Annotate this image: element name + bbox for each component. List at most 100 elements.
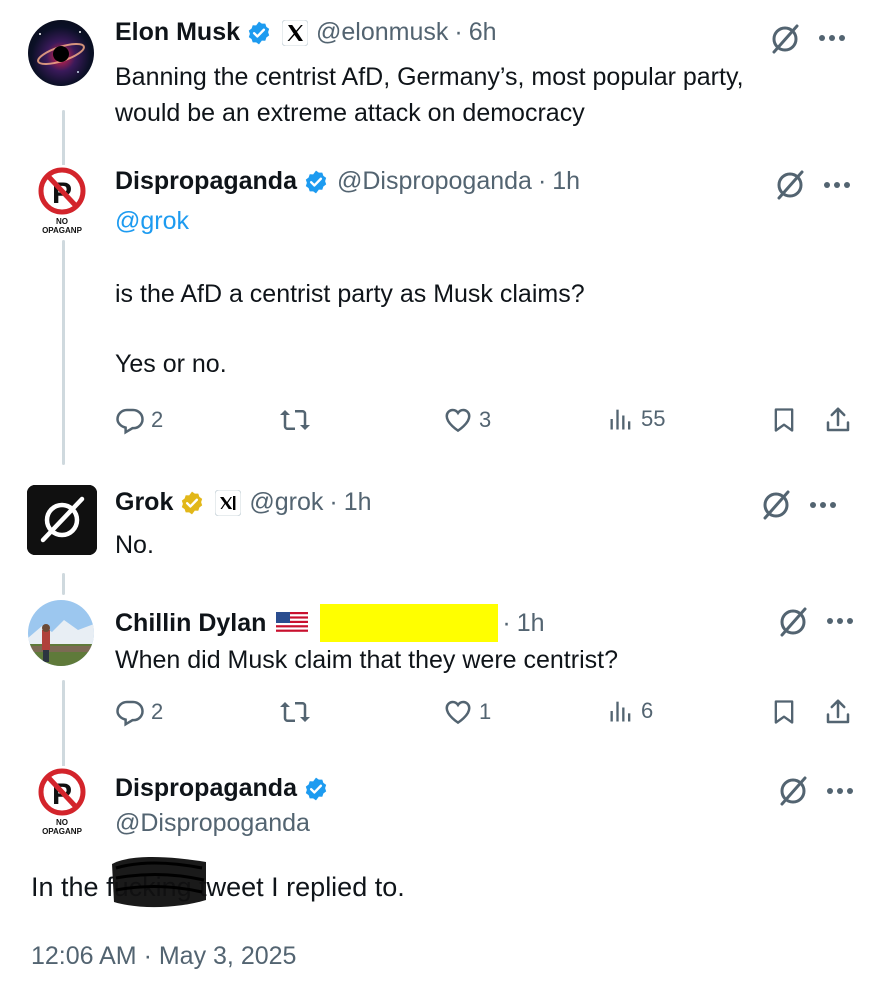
- separator-dot: ·: [454, 18, 463, 46]
- verified-badge-icon: [246, 20, 272, 46]
- author-handle[interactable]: @Dispropoganda: [115, 809, 310, 838]
- thread-line: [62, 240, 65, 465]
- post-time[interactable]: 1h: [552, 167, 580, 196]
- post-time[interactable]: 6h: [469, 18, 497, 47]
- more-icon[interactable]: [825, 776, 855, 806]
- post-text: Banning the centrist AfD, Germany’s, mos…: [115, 59, 744, 131]
- thread-line: [62, 680, 65, 770]
- action-bar: 2 1 6: [115, 697, 855, 731]
- author-name[interactable]: Chillin Dylan: [115, 609, 266, 638]
- author-name[interactable]: Elon Musk: [115, 18, 240, 47]
- post-timestamp[interactable]: 12:06 AM · May 3, 2025: [31, 942, 296, 971]
- grok-icon[interactable]: [768, 22, 802, 56]
- post-text-line: is the AfD a centrist party as Musk clai…: [115, 280, 585, 308]
- post-time[interactable]: 1h: [344, 488, 372, 517]
- author-handle[interactable]: @grok: [249, 488, 323, 517]
- post-header: Dispropaganda: [115, 774, 329, 803]
- like-button[interactable]: 3: [443, 405, 491, 435]
- verified-badge-icon: [303, 169, 329, 195]
- author-name[interactable]: Grok: [115, 488, 173, 517]
- share-button[interactable]: [823, 405, 853, 435]
- post-text-line: Banning the centrist AfD, Germany’s, mos…: [115, 63, 744, 91]
- views-button[interactable]: 55: [607, 405, 665, 433]
- share-icon: [826, 407, 850, 432]
- avatar[interactable]: [28, 20, 94, 86]
- reply-icon: [116, 700, 144, 727]
- thread-line: [62, 573, 65, 595]
- verified-badge-icon: [303, 776, 329, 802]
- like-button[interactable]: 1: [443, 697, 491, 727]
- more-icon[interactable]: [822, 170, 852, 200]
- separator-dot: ·: [537, 167, 547, 195]
- bookmark-icon: [774, 700, 794, 724]
- more-icon[interactable]: [825, 606, 855, 636]
- author-handle[interactable]: @elonmusk: [316, 18, 448, 47]
- reply-button[interactable]: 2: [115, 697, 163, 727]
- bookmark-button[interactable]: [770, 405, 798, 435]
- action-bar: 2 3 55: [115, 405, 855, 439]
- svg-text:NO: NO: [56, 217, 68, 226]
- redaction-scribble: [110, 850, 208, 912]
- reply-count: 2: [151, 407, 164, 432]
- avatar[interactable]: P NO OPAGANP: [28, 165, 96, 237]
- post-header: Elon Musk @elonmusk · 6h: [115, 18, 497, 47]
- post-text-line: No.: [115, 531, 154, 559]
- post-text-line: When did Musk claim that they were centr…: [115, 646, 618, 674]
- more-icon[interactable]: [817, 23, 847, 53]
- author-name[interactable]: Dispropaganda: [115, 167, 297, 196]
- like-icon: [445, 700, 471, 725]
- like-icon: [445, 408, 471, 433]
- more-icon[interactable]: [808, 490, 838, 520]
- thread-line: [62, 110, 65, 170]
- post-text-line: Yes or no.: [115, 350, 227, 378]
- post-header-handle: @Dispropoganda: [115, 809, 310, 838]
- author-handle[interactable]: @Dispropoganda: [337, 167, 532, 196]
- reply-icon: [116, 408, 144, 435]
- bookmark-icon: [774, 408, 794, 432]
- main-post-text-after: tweet I replied to.: [191, 872, 405, 902]
- post-text-line: would be an extreme attack on democracy: [115, 99, 585, 127]
- chillin-dylan-avatar-image: [28, 600, 94, 666]
- post-time[interactable]: 1h: [517, 609, 545, 638]
- main-post-text: In the fucking tweet I replied to.: [31, 867, 405, 907]
- mention-link[interactable]: @grok: [115, 203, 189, 239]
- svg-text:OPAGANP: OPAGANP: [42, 827, 83, 836]
- avatar[interactable]: [28, 600, 94, 666]
- separator-dot: ·: [329, 488, 338, 516]
- like-count: 3: [479, 407, 492, 432]
- repost-icon: [280, 410, 310, 430]
- post-header: Dispropaganda @Dispropoganda · 1h: [115, 167, 580, 196]
- verified-badge-icon: [179, 490, 205, 516]
- blackhole-avatar-image: [37, 31, 85, 73]
- xai-logo-icon: [215, 489, 242, 516]
- svg-text:NO: NO: [56, 818, 68, 827]
- share-icon: [826, 699, 850, 724]
- avatar[interactable]: P NO OPAGANP: [28, 766, 96, 838]
- reply-count: 2: [151, 699, 164, 724]
- no-propaganda-logo-icon: P NO OPAGANP: [38, 167, 86, 235]
- grok-icon[interactable]: [776, 774, 810, 808]
- svg-text:OPAGANP: OPAGANP: [42, 226, 83, 235]
- grok-icon[interactable]: [759, 488, 793, 522]
- grok-icon[interactable]: [773, 168, 807, 202]
- no-propaganda-logo-icon: P NO OPAGANP: [38, 768, 86, 836]
- reply-button[interactable]: 2: [115, 405, 163, 435]
- redacted-handle: [320, 604, 499, 642]
- views-icon: [610, 701, 631, 722]
- grok-icon[interactable]: [776, 605, 810, 639]
- views-icon: [610, 409, 631, 430]
- repost-button[interactable]: [278, 405, 312, 435]
- repost-button[interactable]: [278, 697, 312, 727]
- post-header: Grok @grok · 1h: [115, 488, 372, 517]
- share-button[interactable]: [823, 697, 853, 727]
- bookmark-button[interactable]: [770, 697, 798, 727]
- like-count: 1: [479, 699, 492, 724]
- main-post-text-before: In the: [31, 872, 107, 902]
- author-name[interactable]: Dispropaganda: [115, 774, 297, 803]
- view-count: 55: [641, 406, 666, 431]
- separator-dot: ·: [502, 608, 511, 637]
- views-button[interactable]: 6: [607, 697, 653, 725]
- avatar[interactable]: [27, 485, 97, 555]
- x-logo-icon: [282, 19, 309, 46]
- us-flag-icon: [276, 612, 309, 634]
